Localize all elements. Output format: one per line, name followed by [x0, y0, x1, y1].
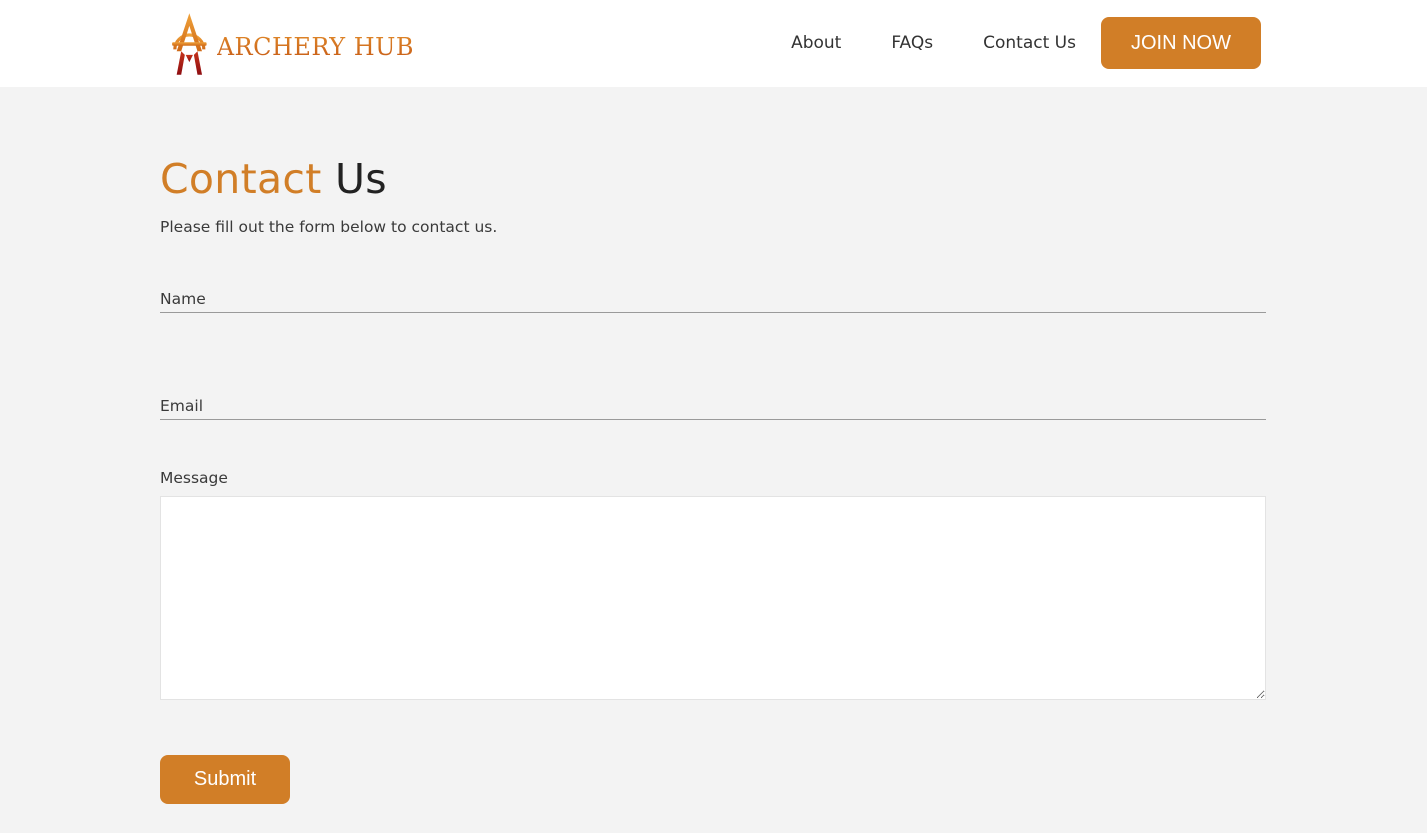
name-field-wrapper: Name	[160, 286, 1266, 313]
logo-text: ARCHERY HUB	[216, 33, 414, 61]
nav-about[interactable]: About	[791, 33, 841, 53]
site-header: ARCHERY HUB About FAQs Contact Us JOIN N…	[0, 0, 1427, 87]
submit-button[interactable]: Submit	[160, 755, 290, 804]
email-field-wrapper: Email	[160, 393, 1266, 420]
name-input[interactable]	[160, 286, 1266, 312]
logo-link[interactable]: ARCHERY HUB	[164, 6, 414, 82]
page-title: Contact Us	[160, 153, 1266, 205]
message-textarea[interactable]	[160, 496, 1266, 700]
email-input[interactable]	[160, 393, 1266, 419]
archery-logo-icon	[172, 13, 207, 75]
main-nav: About FAQs Contact Us JOIN NOW	[791, 17, 1261, 69]
page-title-rest: Us	[334, 155, 387, 203]
join-now-button[interactable]: JOIN NOW	[1101, 17, 1261, 69]
nav-contact-us[interactable]: Contact Us	[983, 33, 1076, 53]
page-title-accent: Contact	[160, 155, 322, 203]
contact-section: Contact Us Please fill out the form belo…	[160, 87, 1266, 804]
contact-form: Name Email Message Submit	[160, 286, 1266, 804]
message-label: Message	[160, 469, 228, 487]
intro-text: Please fill out the form below to contac…	[160, 218, 498, 236]
nav-faqs[interactable]: FAQs	[891, 33, 933, 53]
